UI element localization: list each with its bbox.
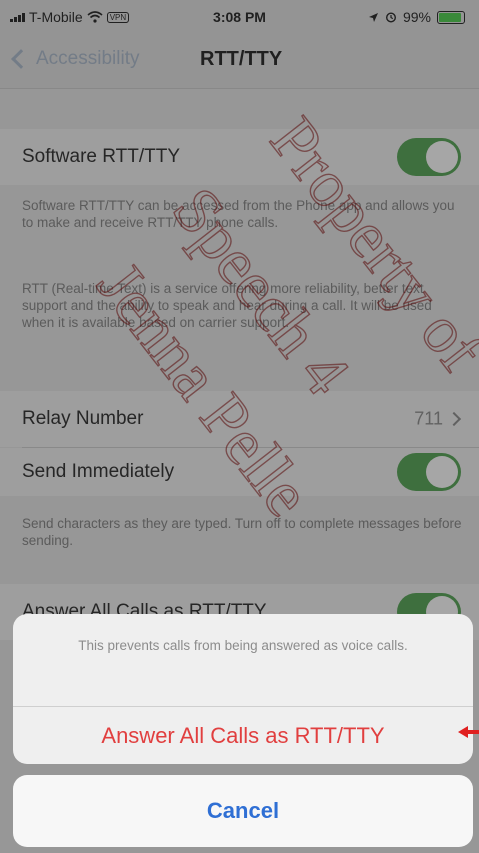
settings-screen: T-Mobile VPN 3:08 PM 99% Accessibility R… xyxy=(0,0,479,853)
cancel-button[interactable]: Cancel xyxy=(13,775,473,847)
answer-all-rtt-button[interactable]: Answer All Calls as RTT/TTY xyxy=(13,707,473,764)
action-sheet-message: This prevents calls from being answered … xyxy=(78,638,408,653)
action-sheet: This prevents calls from being answered … xyxy=(13,614,473,764)
red-arrow-icon xyxy=(458,726,479,738)
